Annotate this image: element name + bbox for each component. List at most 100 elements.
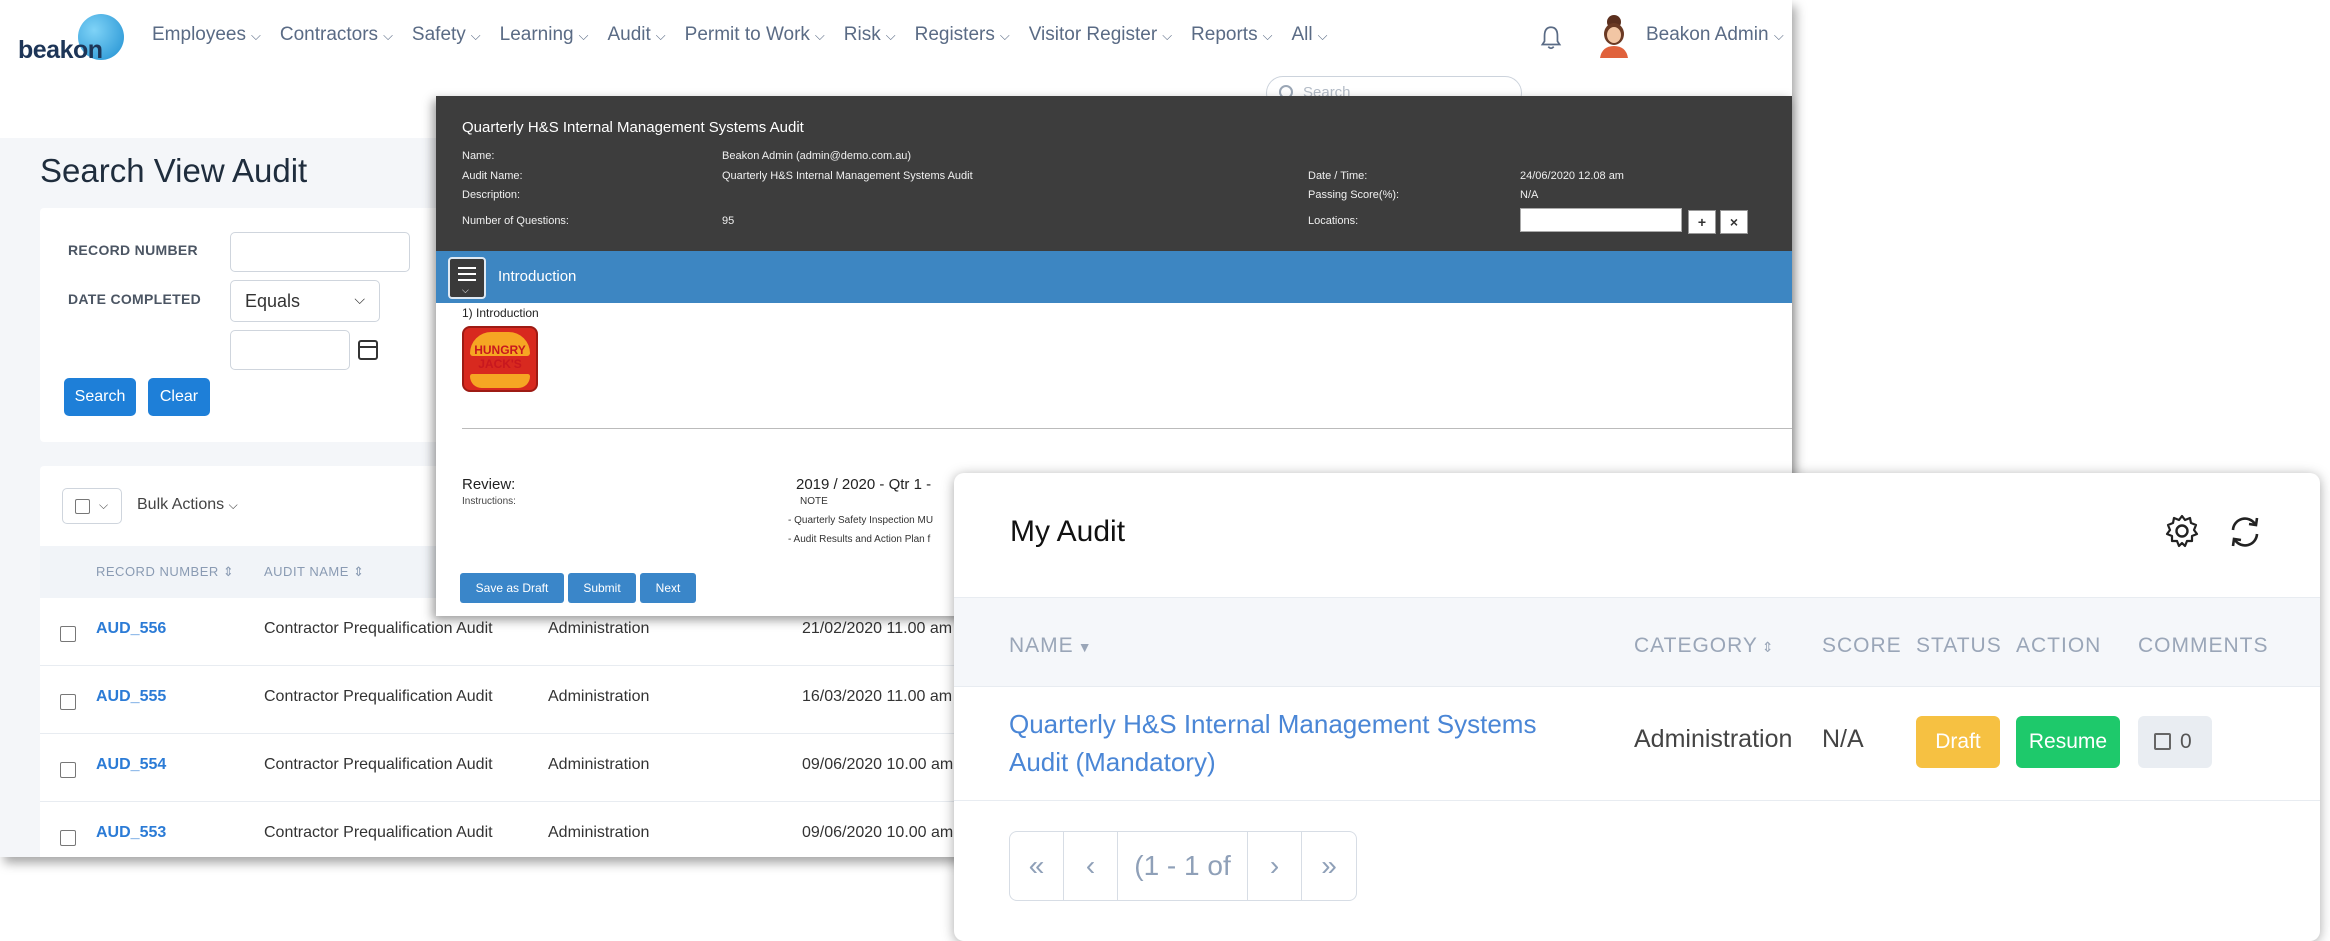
- audit-form-title: Quarterly H&S Internal Management System…: [462, 119, 804, 136]
- row-checkbox[interactable]: [60, 626, 76, 642]
- record-id-link[interactable]: AUD_555: [96, 688, 166, 706]
- date-cell: 16/03/2020 11.00 am: [802, 688, 953, 705]
- clear-button[interactable]: Clear: [148, 378, 210, 416]
- select-all-checkbox[interactable]: [75, 499, 90, 514]
- search-button[interactable]: Search: [64, 378, 136, 416]
- chevron-down-icon: ⌵: [1317, 28, 1328, 43]
- menu-safety[interactable]: Safety ⌵: [412, 24, 481, 46]
- row-checkbox[interactable]: [60, 694, 76, 710]
- section-bar: ⌵ Introduction: [436, 251, 1792, 303]
- passing-score-label: Passing Score(%):: [1308, 189, 1400, 201]
- chevron-down-icon: ⌵: [1262, 28, 1273, 43]
- category-cell: Administration: [1634, 725, 1793, 753]
- sort-icon: ⇕: [353, 564, 365, 579]
- menu-employees[interactable]: Employees ⌵: [152, 24, 261, 46]
- next-button[interactable]: Next: [640, 573, 696, 603]
- review-value: 2019 / 2020 - Qtr 1 -: [796, 476, 932, 493]
- menu-permit-to-work[interactable]: Permit to Work ⌵: [685, 24, 825, 46]
- audit-name-cell: Contractor Prequalification Audit: [264, 688, 493, 705]
- chevron-down-icon: ⌵: [1773, 28, 1784, 43]
- header-action: ACTION: [2016, 634, 2102, 657]
- refresh-icon[interactable]: [2226, 513, 2264, 551]
- record-id-link[interactable]: AUD_553: [96, 824, 166, 842]
- my-audit-card: My Audit NAME ▼ CATEGORY ⇕ SCORE STATUS AC…: [954, 473, 2320, 941]
- date-completed-label: DATE COMPLETED: [68, 291, 202, 307]
- header-category[interactable]: CATEGORY ⇕: [1634, 634, 1775, 658]
- date-input[interactable]: [230, 330, 350, 370]
- section-menu-button[interactable]: ⌵: [448, 257, 486, 299]
- add-location-button[interactable]: +: [1688, 210, 1716, 234]
- question-label: 1) Introduction: [462, 306, 539, 320]
- beakon-logo[interactable]: beakon: [18, 14, 128, 64]
- note-line: - Audit Results and Action Plan f: [788, 534, 931, 545]
- submit-button[interactable]: Submit: [568, 573, 636, 603]
- menu-label: Learning: [499, 24, 574, 45]
- date-operator-select[interactable]: Equals ⌵: [230, 280, 380, 322]
- menu-reports[interactable]: Reports ⌵: [1191, 24, 1272, 46]
- record-number-label: RECORD NUMBER: [68, 242, 198, 258]
- locations-input[interactable]: [1520, 208, 1682, 232]
- audit-name-cell: Contractor Prequalification Audit: [264, 824, 493, 841]
- comments-button[interactable]: 0: [2138, 716, 2212, 768]
- date-cell: 09/06/2020 10.00 am: [802, 756, 954, 773]
- row-checkbox[interactable]: [60, 762, 76, 778]
- menu-all[interactable]: All ⌵: [1291, 24, 1327, 46]
- sort-icon: ⇕: [222, 564, 235, 579]
- first-page-button[interactable]: «: [1010, 832, 1064, 900]
- prev-page-button[interactable]: ‹: [1064, 832, 1118, 900]
- main-menu: Employees ⌵ Contractors ⌵ Safety ⌵ Learning…: [152, 24, 1346, 46]
- menu-learning[interactable]: Learning ⌵: [500, 24, 589, 46]
- calendar-icon[interactable]: [358, 340, 378, 360]
- audit-name-label: Audit Name:: [462, 170, 523, 182]
- record-number-input[interactable]: [230, 232, 410, 272]
- header-comments: COMMENTS: [2138, 634, 2269, 657]
- logo-text: HUNGRY JACK'S: [474, 343, 526, 371]
- avatar[interactable]: [1594, 12, 1634, 58]
- chevron-down-icon: ⌵: [814, 28, 825, 43]
- header-label: AUDIT NAME: [264, 564, 349, 579]
- bell-icon[interactable]: [1538, 24, 1564, 52]
- audit-name-value: Quarterly H&S Internal Management System…: [722, 170, 973, 182]
- datetime-label: Date / Time:: [1308, 170, 1368, 182]
- menu-audit[interactable]: Audit ⌵: [607, 24, 665, 46]
- user-menu[interactable]: Beakon Admin ⌵: [1646, 24, 1784, 46]
- select-all-dropdown[interactable]: ⌵: [62, 488, 122, 524]
- menu-label: Permit to Work: [684, 24, 810, 45]
- menu-risk[interactable]: Risk ⌵: [844, 24, 896, 46]
- edit-icon: [2154, 733, 2171, 750]
- sort-icon: ⇕: [1761, 639, 1775, 655]
- header-record-number[interactable]: RECORD NUMBER ⇕: [96, 564, 234, 580]
- menu-label: Audit: [607, 24, 651, 45]
- record-id-link[interactable]: AUD_556: [96, 620, 166, 638]
- menu-registers[interactable]: Registers ⌵: [915, 24, 1010, 46]
- next-page-button[interactable]: ›: [1248, 832, 1302, 900]
- last-page-button[interactable]: »: [1302, 832, 1356, 900]
- menu-contractors[interactable]: Contractors ⌵: [280, 24, 393, 46]
- date-cell: 21/02/2020 11.00 am: [802, 620, 953, 637]
- num-questions-value: 95: [722, 215, 735, 227]
- hamburger-icon: [458, 267, 476, 269]
- audit-name-link[interactable]: Quarterly H&S Internal Management System…: [1009, 705, 1599, 781]
- name-value: Beakon Admin (admin@demo.com.au): [722, 150, 912, 162]
- row-checkbox[interactable]: [60, 830, 76, 846]
- header-label: RECORD NUMBER: [96, 564, 219, 579]
- save-draft-button[interactable]: Save as Draft: [460, 573, 564, 603]
- page-info: (1 - 1 of 1): [1118, 832, 1248, 900]
- chevron-down-icon: ⌵: [462, 285, 469, 295]
- chevron-down-icon: ⌵: [999, 28, 1010, 43]
- record-id-link[interactable]: AUD_554: [96, 756, 166, 774]
- header-audit-name[interactable]: AUDIT NAME ⇕: [264, 564, 364, 580]
- menu-label: Reports: [1191, 24, 1258, 45]
- audit-form-header: Quarterly H&S Internal Management System…: [436, 96, 1792, 251]
- header-name[interactable]: NAME ▼: [1009, 634, 1093, 658]
- audit-name-cell: Contractor Prequalification Audit: [264, 756, 493, 773]
- chevron-down-icon: ⌵: [470, 28, 481, 43]
- bulk-actions-menu[interactable]: Bulk Actions ⌵: [137, 496, 238, 514]
- gear-icon[interactable]: [2164, 513, 2200, 549]
- menu-visitor-register[interactable]: Visitor Register ⌵: [1029, 24, 1172, 46]
- chevron-down-icon: ⌵: [655, 28, 666, 43]
- resume-button[interactable]: Resume: [2016, 716, 2120, 768]
- remove-location-button[interactable]: ×: [1720, 210, 1748, 234]
- logo-text: beakon: [18, 36, 103, 64]
- chevron-down-icon: ⌵: [578, 28, 589, 43]
